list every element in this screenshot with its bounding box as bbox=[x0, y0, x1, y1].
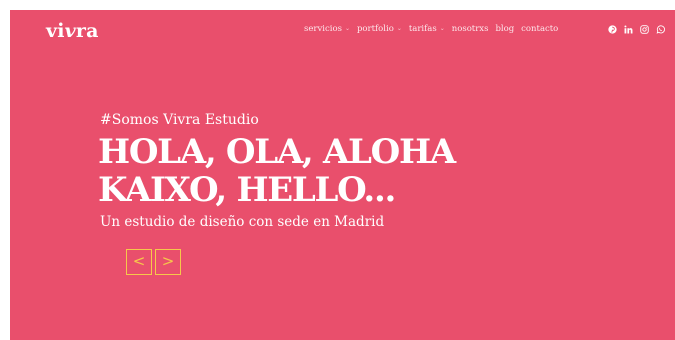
chevron-down-icon: ⌄ bbox=[396, 24, 402, 32]
nav-item-nosotrxs[interactable]: nosotrxs bbox=[452, 24, 489, 34]
nav-item-label: blog bbox=[495, 24, 515, 34]
nav-item-portfolio[interactable]: portfolio ⌄ bbox=[357, 24, 402, 34]
hero-subtitle: Un estudio de diseño con sede en Madrid bbox=[100, 214, 385, 230]
nav-item-label: tarifas bbox=[408, 24, 437, 34]
nav-item-servicios[interactable]: servicios ⌄ bbox=[304, 24, 350, 34]
linkedin-icon[interactable] bbox=[623, 25, 633, 35]
nav-item-blog[interactable]: blog bbox=[495, 24, 514, 34]
next-slide-button[interactable]: > bbox=[155, 249, 181, 275]
logo-text-suffix: ra bbox=[75, 20, 99, 42]
logo-text-prefix: vi bbox=[46, 20, 65, 42]
nav-item-tarifas[interactable]: tarifas ⌄ bbox=[409, 24, 445, 34]
nav-item-label: portfolio bbox=[356, 24, 394, 34]
hero-title-line-2: KAIXO, HELLO... bbox=[98, 170, 396, 210]
vivra-logo[interactable]: vivra bbox=[46, 18, 99, 44]
whatsapp-icon[interactable] bbox=[655, 25, 665, 35]
social-links bbox=[607, 23, 665, 36]
hero-title-line-1: HOLA, OLA, ALOHA bbox=[98, 132, 456, 172]
nav-item-label: nosotrxs bbox=[451, 24, 489, 34]
chevron-down-icon: ⌄ bbox=[344, 24, 350, 32]
chevron-down-icon: ⌄ bbox=[439, 24, 445, 32]
pinterest-icon[interactable] bbox=[607, 25, 617, 35]
logo-text-italic: v bbox=[64, 20, 76, 42]
hero-page: vivra servicios ⌄ portfolio ⌄ tarifas ⌄ … bbox=[10, 10, 675, 340]
nav-item-label: servicios bbox=[304, 24, 342, 34]
instagram-icon[interactable] bbox=[639, 25, 649, 35]
prev-slide-button[interactable]: < bbox=[126, 249, 152, 275]
slider-controls: < > bbox=[126, 249, 181, 275]
hero-kicker: #Somos Vivra Estudio bbox=[100, 112, 259, 128]
hero-title: HOLA, OLA, ALOHA KAIXO, HELLO... bbox=[98, 132, 456, 210]
main-nav: servicios ⌄ portfolio ⌄ tarifas ⌄ nosotr… bbox=[304, 21, 558, 37]
nav-item-contacto[interactable]: contacto bbox=[521, 24, 558, 34]
nav-item-label: contacto bbox=[521, 24, 559, 34]
